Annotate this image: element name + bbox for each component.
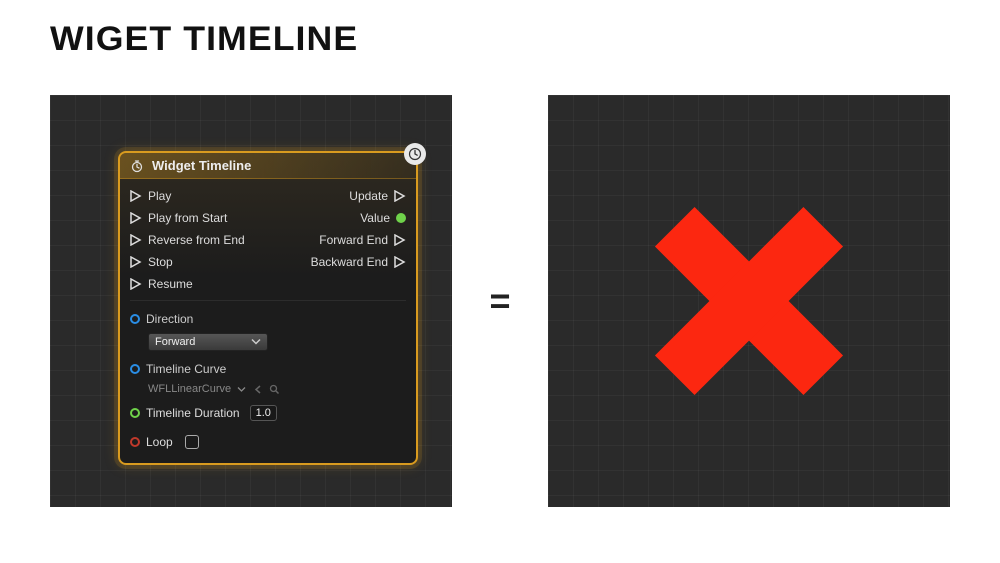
exec-icon <box>130 234 142 246</box>
direction-dropdown[interactable]: Forward <box>148 333 268 351</box>
float-input-icon <box>130 408 140 418</box>
play-from-start-pin[interactable]: Play from Start <box>130 211 227 225</box>
loop-checkbox[interactable] <box>185 435 199 449</box>
curve-asset-name: WFLLinearCurve <box>148 383 231 395</box>
resume-pin[interactable]: Resume <box>130 277 193 291</box>
exec-icon <box>130 190 142 202</box>
red-x-icon <box>639 191 859 411</box>
reverse-from-end-label: Reverse from End <box>148 233 245 247</box>
node-title: Widget Timeline <box>152 158 251 173</box>
reset-icon[interactable] <box>252 384 263 395</box>
backward-end-label: Backward End <box>311 255 388 269</box>
curve-asset-row[interactable]: WFLLinearCurve <box>148 383 406 395</box>
exec-icon <box>130 212 142 224</box>
direction-selected: Forward <box>155 336 195 348</box>
blueprint-panel-right <box>548 95 950 507</box>
direction-section: Direction <box>130 309 406 329</box>
clock-icon <box>404 143 426 165</box>
chevron-down-icon <box>237 385 246 394</box>
chevron-down-icon <box>251 337 261 347</box>
equals-symbol: = <box>470 280 530 322</box>
object-input-icon <box>130 364 140 374</box>
value-label: Value <box>360 211 390 225</box>
curve-section: Timeline Curve <box>130 359 406 379</box>
loop-section[interactable]: Loop <box>130 435 406 449</box>
backward-end-pin[interactable]: Backward End <box>311 255 406 269</box>
forward-end-label: Forward End <box>319 233 388 247</box>
stop-pin[interactable]: Stop <box>130 255 173 269</box>
timer-icon <box>130 159 144 173</box>
update-pin[interactable]: Update <box>349 189 406 203</box>
direction-label: Direction <box>146 312 193 326</box>
exec-icon <box>130 256 142 268</box>
curve-label: Timeline Curve <box>146 362 226 376</box>
node-header[interactable]: Widget Timeline <box>120 153 416 179</box>
bool-input-icon <box>130 437 140 447</box>
exec-icon <box>130 278 142 290</box>
reverse-from-end-pin[interactable]: Reverse from End <box>130 233 245 247</box>
node-body: Play Update Play from Start Value <box>120 179 416 463</box>
duration-input[interactable]: 1.0 <box>250 405 277 421</box>
widget-timeline-node[interactable]: Widget Timeline Play Update <box>118 151 418 465</box>
page-title: WIGET TIMELINE <box>50 20 358 59</box>
blueprint-panel-left: Widget Timeline Play Update <box>50 95 452 507</box>
enum-input-icon <box>130 314 140 324</box>
play-label: Play <box>148 189 171 203</box>
browse-icon[interactable] <box>269 384 280 395</box>
play-pin[interactable]: Play <box>130 189 171 203</box>
update-label: Update <box>349 189 388 203</box>
exec-icon <box>394 234 406 246</box>
duration-label: Timeline Duration <box>146 406 240 420</box>
stop-label: Stop <box>148 255 173 269</box>
duration-section[interactable]: Timeline Duration 1.0 <box>130 405 406 421</box>
slide-content: Widget Timeline Play Update <box>50 86 950 516</box>
forward-end-pin[interactable]: Forward End <box>319 233 406 247</box>
exec-icon <box>394 256 406 268</box>
value-pin[interactable]: Value <box>360 211 406 225</box>
exec-icon <box>394 190 406 202</box>
play-from-start-label: Play from Start <box>148 211 227 225</box>
resume-label: Resume <box>148 277 193 291</box>
loop-label: Loop <box>146 435 173 449</box>
float-output-icon <box>396 213 406 223</box>
